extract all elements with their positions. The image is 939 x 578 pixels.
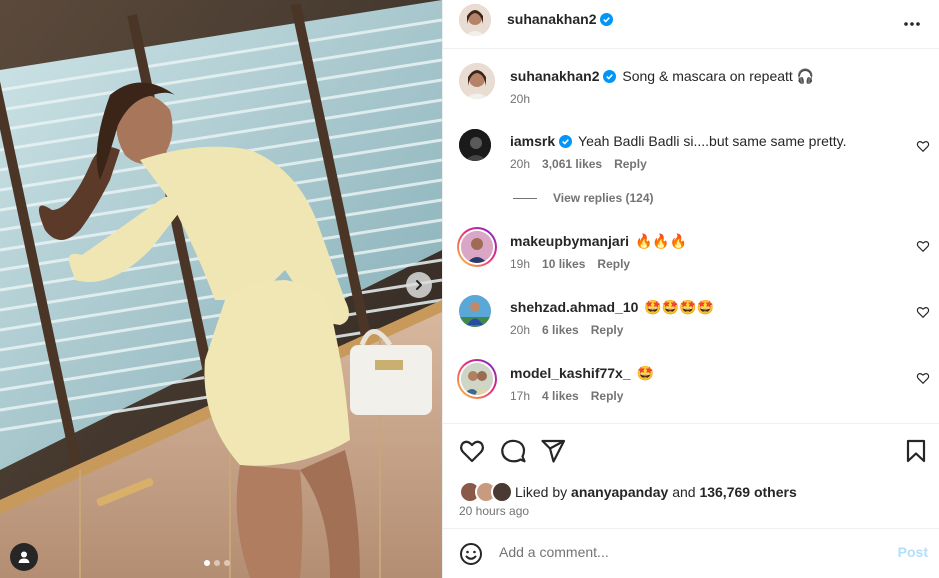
comment-composer: Post: [443, 528, 939, 578]
liker-avatar: [491, 481, 513, 503]
comment-item: makeupbymanjari 🔥🔥🔥 19h 10 likes Reply: [443, 226, 939, 276]
comment-text: Yeah Badli Badli si....but same same pre…: [578, 133, 847, 149]
comment-meta: 17h 4 likes Reply: [510, 389, 635, 403]
post-details-panel: suhanakhan2 suhanakhan2 Song & mascara o…: [442, 0, 939, 578]
chevron-right-icon: [416, 280, 422, 290]
comment-item: shehzad.ahmad_10 🤩🤩🤩🤩 20h 6 likes Reply: [443, 292, 939, 342]
caption-text: Song & mascara on repeatt 🎧: [622, 68, 815, 84]
post-header: suhanakhan2: [443, 0, 939, 49]
emoji-icon[interactable]: [459, 542, 483, 566]
commenter-avatar[interactable]: [459, 295, 491, 327]
heart-icon[interactable]: [916, 305, 930, 319]
comment-text-line: shehzad.ahmad_10 🤩🤩🤩🤩: [510, 298, 714, 316]
caption-text-line: suhanakhan2 Song & mascara on repeatt 🎧: [510, 67, 814, 85]
carousel-dot: [214, 560, 220, 566]
verified-icon: [559, 135, 573, 148]
header-author: suhanakhan2: [507, 11, 614, 27]
liked-by-others[interactable]: 136,769 others: [699, 484, 796, 500]
heart-icon[interactable]: [916, 371, 930, 385]
caption-avatar[interactable]: [459, 63, 495, 99]
commenter-avatar: [461, 363, 493, 395]
post-photo[interactable]: [0, 0, 442, 578]
comment-meta: 20h 6 likes Reply: [510, 323, 635, 337]
comment-likes[interactable]: 10 likes: [542, 257, 585, 271]
post-comment-button[interactable]: Post: [898, 544, 928, 560]
share-icon[interactable]: [540, 438, 566, 464]
liker-avatars: [459, 481, 513, 503]
comment-text-line: model_kashif77x_ 🤩: [510, 364, 654, 382]
carousel-dot: [204, 560, 210, 566]
commenter-username[interactable]: model_kashif77x_: [510, 365, 631, 381]
heart-icon[interactable]: [916, 239, 930, 253]
replies-divider: [513, 197, 537, 199]
save-icon[interactable]: [903, 438, 929, 464]
view-replies-label: View replies (124): [553, 191, 654, 205]
comment-likes[interactable]: 4 likes: [542, 389, 579, 403]
verified-icon: [600, 12, 614, 26]
caption-time: 20h: [510, 92, 531, 106]
reply-button[interactable]: Reply: [614, 157, 647, 171]
commenter-username[interactable]: makeupbymanjari: [510, 233, 629, 249]
comment-text-line: makeupbymanjari 🔥🔥🔥: [510, 232, 687, 250]
commenter-avatar: [461, 231, 493, 263]
comment-time: 17h: [510, 389, 531, 403]
heart-icon[interactable]: [459, 438, 485, 464]
comment-likes[interactable]: 3,061 likes: [542, 157, 602, 171]
more-options-button[interactable]: [900, 12, 924, 36]
reply-button[interactable]: Reply: [591, 389, 624, 403]
comment-item: model_kashif77x_ 🤩 17h 4 likes Reply: [443, 358, 939, 408]
carousel-indicator: [204, 560, 230, 566]
user-tags-button[interactable]: [10, 543, 38, 571]
comment-text: 🔥🔥🔥: [634, 233, 688, 249]
more-icon: [904, 22, 920, 26]
author-username[interactable]: suhanakhan2: [507, 11, 596, 27]
story-ring[interactable]: [457, 227, 497, 267]
comment-item: iamsrk Yeah Badli Badli si....but same s…: [443, 126, 939, 176]
user-tag-icon: [18, 551, 30, 563]
comment-likes[interactable]: 6 likes: [542, 323, 579, 337]
comment-icon[interactable]: [500, 438, 526, 464]
comment-text-line: iamsrk Yeah Badli Badli si....but same s…: [510, 132, 847, 150]
post-timestamp: 20 hours ago: [459, 504, 530, 518]
carousel-dot: [224, 560, 230, 566]
next-photo-button[interactable]: [406, 272, 432, 298]
comment-text: 🤩🤩🤩🤩: [644, 299, 715, 315]
liked-by-user[interactable]: ananyapanday: [571, 484, 668, 500]
comment-text: 🤩: [636, 365, 654, 381]
comment-meta: 19h 10 likes Reply: [510, 257, 642, 271]
view-replies-button[interactable]: View replies (124): [513, 191, 654, 205]
commenter-username[interactable]: iamsrk: [510, 133, 555, 149]
reply-button[interactable]: Reply: [591, 323, 624, 337]
heart-icon[interactable]: [916, 139, 930, 153]
story-ring[interactable]: [457, 359, 497, 399]
commenter-avatar[interactable]: [459, 129, 491, 161]
comment-time: 19h: [510, 257, 531, 271]
caption-row: suhanakhan2 Song & mascara on repeatt 🎧 …: [443, 60, 939, 112]
verified-icon: [603, 70, 617, 83]
post-actions: Liked by ananyapanday and 136,769 others…: [443, 423, 939, 527]
comment-input[interactable]: [499, 544, 879, 560]
likes-summary: Liked by ananyapanday and 136,769 others: [459, 481, 797, 503]
reply-button[interactable]: Reply: [597, 257, 630, 271]
liked-by-and: and: [672, 484, 696, 500]
commenter-username[interactable]: shehzad.ahmad_10: [510, 299, 638, 315]
liked-by-prefix: Liked by: [515, 484, 568, 500]
caption-username[interactable]: suhanakhan2: [510, 68, 599, 84]
comment-meta: 20h 3,061 likes Reply: [510, 157, 659, 171]
post-image: [0, 0, 442, 578]
comment-time: 20h: [510, 323, 531, 337]
author-avatar[interactable]: [459, 4, 491, 36]
comment-time: 20h: [510, 157, 531, 171]
